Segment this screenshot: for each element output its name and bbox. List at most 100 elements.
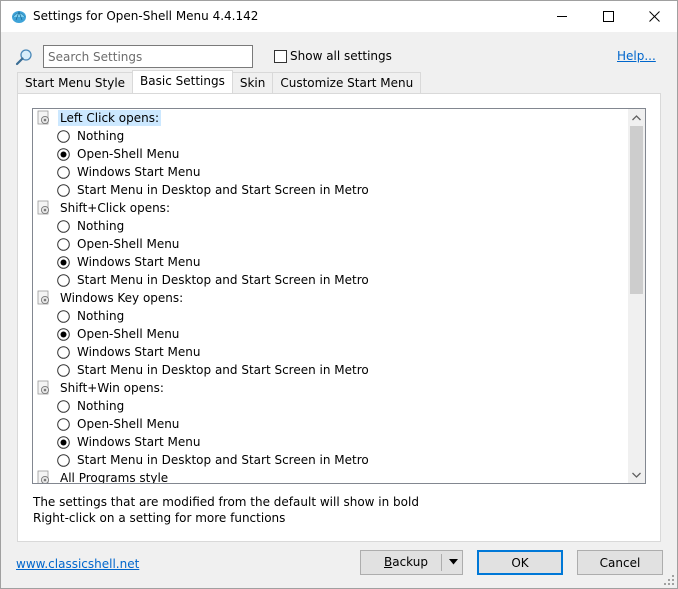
scroll-up-button[interactable] bbox=[628, 109, 645, 126]
settings-tree[interactable]: Left Click opens: Nothing Open-Shell Menu W… bbox=[32, 108, 646, 484]
radio-option-label: Open-Shell Menu bbox=[77, 417, 180, 431]
radio-unchecked-icon[interactable] bbox=[57, 238, 70, 251]
backup-divider bbox=[441, 554, 442, 571]
radio-checked-icon[interactable] bbox=[57, 148, 70, 161]
radio-checked-icon[interactable] bbox=[57, 436, 70, 449]
chevron-up-icon bbox=[632, 114, 641, 120]
backup-mnemonic: B bbox=[384, 555, 393, 569]
radio-option-label: Windows Start Menu bbox=[77, 255, 201, 269]
radio-unchecked-icon[interactable] bbox=[57, 400, 70, 413]
tab-skin[interactable]: Skin bbox=[231, 72, 274, 93]
window-title: Settings for Open-Shell Menu 4.4.142 bbox=[33, 9, 259, 23]
show-all-settings-label: Show all settings bbox=[290, 49, 392, 63]
radio-unchecked-icon[interactable] bbox=[57, 346, 70, 359]
radio-option[interactable]: Open-Shell Menu bbox=[33, 415, 629, 433]
radio-unchecked-icon[interactable] bbox=[57, 418, 70, 431]
radio-option[interactable]: Nothing bbox=[33, 307, 629, 325]
ok-button[interactable]: OK bbox=[477, 550, 563, 575]
tab-start-menu-style[interactable]: Start Menu Style bbox=[17, 72, 134, 93]
radio-option[interactable]: Open-Shell Menu bbox=[33, 325, 629, 343]
radio-option[interactable]: Windows Start Menu bbox=[33, 163, 629, 181]
radio-unchecked-icon[interactable] bbox=[57, 184, 70, 197]
radio-option[interactable]: Start Menu in Desktop and Start Screen i… bbox=[33, 451, 629, 469]
tab-basic-settings[interactable]: Basic Settings bbox=[132, 70, 233, 93]
radio-unchecked-icon[interactable] bbox=[57, 310, 70, 323]
resize-grip-icon[interactable] bbox=[663, 574, 675, 586]
backup-button[interactable]: Backup bbox=[360, 550, 463, 575]
radio-option[interactable]: Start Menu in Desktop and Start Screen i… bbox=[33, 181, 629, 199]
radio-option[interactable]: Open-Shell Menu bbox=[33, 235, 629, 253]
setting-group[interactable]: Left Click opens: bbox=[33, 109, 629, 127]
radio-unchecked-icon[interactable] bbox=[57, 454, 70, 467]
radio-option[interactable]: Windows Start Menu bbox=[33, 433, 629, 451]
radio-option[interactable]: Start Menu in Desktop and Start Screen i… bbox=[33, 271, 629, 289]
radio-option[interactable]: Nothing bbox=[33, 217, 629, 235]
help-link[interactable]: Help... bbox=[617, 49, 656, 63]
radio-option[interactable]: Windows Start Menu bbox=[33, 253, 629, 271]
radio-option[interactable]: Nothing bbox=[33, 127, 629, 145]
chevron-down-icon bbox=[632, 472, 641, 478]
radio-checked-icon[interactable] bbox=[57, 256, 70, 269]
settings-gear-icon bbox=[37, 110, 50, 125]
minimize-icon bbox=[556, 16, 567, 17]
setting-group-label: Shift+Win opens: bbox=[60, 381, 164, 395]
classicshell-website-link[interactable]: www.classicshell.net bbox=[16, 557, 139, 571]
minimize-button[interactable] bbox=[539, 1, 585, 32]
settings-gear-icon bbox=[37, 380, 50, 395]
setting-group-label: Left Click opens: bbox=[58, 110, 162, 126]
close-button[interactable] bbox=[631, 1, 677, 32]
setting-group-label: Shift+Click opens: bbox=[60, 201, 170, 215]
checkbox-box[interactable] bbox=[274, 49, 287, 63]
scroll-down-button[interactable] bbox=[628, 466, 645, 483]
radio-unchecked-icon[interactable] bbox=[57, 274, 70, 287]
radio-option-label: Nothing bbox=[77, 219, 125, 233]
tab-customize-start-menu[interactable]: Customize Start Menu bbox=[272, 72, 422, 93]
setting-group-label: Windows Key opens: bbox=[60, 291, 184, 305]
radio-option-label: Start Menu in Desktop and Start Screen i… bbox=[77, 453, 369, 467]
close-icon bbox=[648, 11, 660, 22]
show-all-settings-checkbox[interactable]: Show all settings bbox=[274, 49, 392, 63]
setting-group[interactable]: All Programs style bbox=[33, 469, 629, 483]
settings-list: Left Click opens: Nothing Open-Shell Menu W… bbox=[33, 109, 629, 483]
cancel-button[interactable]: Cancel bbox=[577, 550, 663, 575]
radio-option-label: Start Menu in Desktop and Start Screen i… bbox=[77, 363, 369, 377]
hint-right-click: Right-click on a setting for more functi… bbox=[33, 511, 286, 525]
radio-option-label: Start Menu in Desktop and Start Screen i… bbox=[77, 273, 369, 287]
basic-settings-panel: Left Click opens: Nothing Open-Shell Menu W… bbox=[17, 93, 661, 542]
hint-modified-bold: The settings that are modified from the … bbox=[33, 495, 419, 509]
open-shell-shell-icon bbox=[12, 10, 26, 23]
dropdown-arrow-icon[interactable] bbox=[449, 559, 458, 565]
radio-option-label: Nothing bbox=[77, 129, 125, 143]
maximize-icon bbox=[602, 11, 614, 22]
maximize-button[interactable] bbox=[585, 1, 631, 32]
radio-option[interactable]: Nothing bbox=[33, 397, 629, 415]
settings-gear-icon bbox=[37, 470, 50, 483]
radio-option-label: Start Menu in Desktop and Start Screen i… bbox=[77, 183, 369, 197]
search-icon bbox=[15, 49, 32, 66]
radio-option-label: Windows Start Menu bbox=[77, 435, 201, 449]
vertical-scrollbar[interactable] bbox=[628, 109, 645, 483]
radio-checked-icon[interactable] bbox=[57, 328, 70, 341]
radio-unchecked-icon[interactable] bbox=[57, 220, 70, 233]
radio-option[interactable]: Start Menu in Desktop and Start Screen i… bbox=[33, 361, 629, 379]
settings-gear-icon bbox=[37, 200, 50, 215]
scroll-thumb[interactable] bbox=[630, 126, 643, 294]
search-input[interactable] bbox=[43, 45, 253, 68]
radio-option[interactable]: Windows Start Menu bbox=[33, 343, 629, 361]
backup-label-rest: ackup bbox=[392, 555, 428, 569]
radio-option-label: Nothing bbox=[77, 399, 125, 413]
setting-group[interactable]: Shift+Click opens: bbox=[33, 199, 629, 217]
radio-option[interactable]: Open-Shell Menu bbox=[33, 145, 629, 163]
radio-unchecked-icon[interactable] bbox=[57, 130, 70, 143]
radio-option-label: Nothing bbox=[77, 309, 125, 323]
radio-option-label: Open-Shell Menu bbox=[77, 327, 180, 341]
radio-option-label: Windows Start Menu bbox=[77, 345, 201, 359]
setting-group[interactable]: Shift+Win opens: bbox=[33, 379, 629, 397]
radio-option-label: Windows Start Menu bbox=[77, 165, 201, 179]
radio-unchecked-icon[interactable] bbox=[57, 364, 70, 377]
setting-group[interactable]: Windows Key opens: bbox=[33, 289, 629, 307]
settings-gear-icon bbox=[37, 290, 50, 305]
tab-bar: Start Menu Style Basic Settings Skin Cus… bbox=[17, 70, 422, 93]
radio-unchecked-icon[interactable] bbox=[57, 166, 70, 179]
title-bar[interactable]: Settings for Open-Shell Menu 4.4.142 bbox=[1, 1, 677, 32]
